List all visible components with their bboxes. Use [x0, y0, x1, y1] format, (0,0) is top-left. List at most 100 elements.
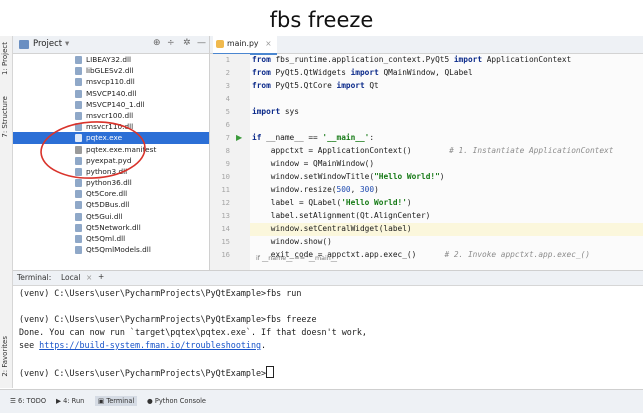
list-icon: ☰ — [10, 397, 19, 405]
line-number: 2 — [225, 68, 230, 77]
close-icon[interactable]: × — [265, 36, 271, 52]
file-tree-item[interactable]: pyexpat.pyd — [13, 155, 209, 166]
line-number: 5 — [225, 107, 230, 116]
tab-main-py[interactable]: main.py × — [213, 36, 277, 55]
todo-tool-button[interactable]: ☰ 6: TODO — [10, 397, 46, 405]
slide-caption: fbs freeze — [269, 8, 374, 32]
breadcrumb[interactable]: if __name__ == '__main__' — [256, 255, 339, 262]
line-number: 8 — [225, 146, 230, 155]
library-file-icon — [75, 235, 82, 243]
code-line: label.setAlignment(Qt.AlignCenter) — [252, 211, 431, 220]
file-tree-item[interactable]: Qt5Core.dll — [13, 188, 209, 199]
file-tree-item[interactable]: msvcr110.dll — [13, 121, 209, 132]
terminal-line: see https://build-system.fman.io/trouble… — [19, 340, 266, 350]
terminal-output[interactable]: (venv) C:\Users\user\PycharmProjects\PyQ… — [13, 286, 643, 388]
file-tree-item[interactable]: msvcp110.dll — [13, 76, 209, 87]
gear-icon[interactable]: ✲ — [183, 38, 191, 48]
bottom-tool-bar: ☰ 6: TODO ▶ 4: Run ▣ Terminal ● Python C… — [0, 389, 643, 413]
terminal-header: Terminal: Local × + — [13, 270, 643, 286]
favorites-tool-tab[interactable]: 2: Favorites — [1, 336, 9, 377]
file-tree-item[interactable]: pqtex.exe — [13, 132, 209, 144]
project-tool-tab[interactable]: 1: Project — [1, 42, 9, 75]
code-line: window = QMainWindow() — [252, 159, 375, 168]
file-name: python3.dll — [86, 166, 128, 176]
file-name: MSVCP140_1.dll — [86, 99, 145, 109]
terminal-tool-button[interactable]: ▣ Terminal — [95, 396, 138, 406]
line-number: 4 — [225, 94, 230, 103]
file-name: Qt5Network.dll — [86, 222, 141, 232]
file-name: pqtex.exe.manifest — [86, 144, 157, 154]
line-number: 12 — [221, 198, 230, 207]
code-line: window.setWindowTitle("Hello World!") — [252, 172, 445, 181]
line-number: 6 — [225, 120, 230, 129]
file-tree-item[interactable]: Qt5Network.dll — [13, 222, 209, 233]
file-name: Qt5Gui.dll — [86, 211, 123, 221]
python-icon: ● — [147, 397, 155, 405]
line-number-gutter: 1 2 3 4 5 6 7 8 9 10 11 12 13 14 15 16 — [210, 54, 250, 270]
file-name: Qt5Qml.dll — [86, 234, 126, 243]
terminal-cursor[interactable] — [266, 366, 275, 378]
terminal-title: Terminal: — [17, 273, 52, 282]
library-file-icon — [75, 190, 82, 199]
python-console-tool-button[interactable]: ● Python Console — [147, 397, 206, 405]
collapse-icon[interactable]: ÷ — [167, 38, 175, 48]
console-label: Python Console — [154, 397, 206, 405]
terminal-line: Done. You can now run `target\pqtex\pqte… — [19, 327, 367, 337]
code-editor[interactable]: main.py × 1 2 3 4 5 6 7 8 9 10 11 12 13 14 15 16 ▶ from… — [210, 36, 643, 270]
line-number: 7 — [225, 133, 230, 142]
library-file-icon — [75, 78, 82, 87]
library-file-icon — [75, 179, 82, 188]
file-tree-item[interactable]: python3.dll — [13, 166, 209, 177]
project-folder-icon — [19, 40, 29, 49]
file-tree-item[interactable]: Qt5DBus.dll — [13, 199, 209, 210]
file-tree-item[interactable]: Qt5QmlModels.dll — [13, 244, 209, 255]
file-tree-item[interactable]: msvcr100.dll — [13, 110, 209, 121]
library-file-icon — [75, 212, 82, 221]
line-number: 14 — [221, 224, 230, 233]
library-file-icon — [75, 156, 82, 165]
close-icon[interactable]: × — [86, 273, 92, 282]
library-file-icon — [75, 134, 82, 143]
file-tree-item[interactable]: Qt5Qml.dll — [13, 233, 209, 244]
locate-icon[interactable]: ⊕ — [153, 38, 161, 48]
code-line: label = QLabel('Hello World!') — [252, 198, 412, 207]
file-tree-item[interactable]: pqtex.exe.manifest — [13, 144, 209, 155]
line-number: 1 — [225, 55, 230, 64]
text-file-icon — [75, 145, 82, 154]
file-name: Qt5DBus.dll — [86, 200, 130, 210]
file-tree: LIBEAY32.dll libGLESv2.dll msvcp110.dll MSV… — [13, 54, 209, 255]
run-arrow-icon[interactable]: ▶ — [236, 133, 242, 142]
minimize-icon[interactable]: — — [197, 38, 206, 48]
file-tree-item[interactable]: Qt5Gui.dll — [13, 211, 209, 222]
file-name: Qt5QmlModels.dll — [86, 245, 151, 255]
file-tree-item[interactable]: MSVCP140_1.dll — [13, 99, 209, 110]
file-tree-item[interactable]: LIBEAY32.dll — [13, 54, 209, 65]
file-tree-item[interactable]: python36.dll — [13, 177, 209, 188]
editor-tab-bar: main.py × — [210, 36, 643, 55]
terminal-label: Terminal — [106, 397, 135, 405]
file-name: msvcr100.dll — [86, 110, 134, 120]
file-name: LIBEAY32.dll — [86, 55, 132, 64]
tab-terminal-local[interactable]: Local — [61, 273, 80, 282]
run-tool-button[interactable]: ▶ 4: Run — [56, 397, 84, 405]
library-file-icon — [75, 201, 82, 210]
line-number: 13 — [221, 211, 230, 220]
code-line: window.resize(500, 300) — [252, 185, 379, 194]
code-line: window.show() — [252, 237, 332, 246]
structure-tool-tab[interactable]: 7: Structure — [1, 96, 9, 138]
file-tree-item[interactable]: MSVCP140.dll — [13, 88, 209, 99]
file-name: msvcp110.dll — [86, 77, 135, 87]
project-view-selector[interactable]: Project — [33, 39, 62, 49]
library-file-icon — [75, 56, 82, 64]
new-terminal-button[interactable]: + — [98, 272, 104, 281]
chevron-down-icon[interactable]: ▾ — [65, 39, 69, 49]
file-tree-item[interactable]: libGLESv2.dll — [13, 65, 209, 76]
project-panel-header: Project ▾ ⊕ ÷ ✲ — — [13, 36, 209, 54]
project-panel: Project ▾ ⊕ ÷ ✲ — LIBEAY32.dll libGLESv2.… — [13, 36, 210, 270]
troubleshooting-link[interactable]: https://build-system.fman.io/troubleshoo… — [39, 340, 261, 350]
library-file-icon — [75, 167, 82, 176]
library-file-icon — [75, 223, 82, 232]
terminal-line: (venv) C:\Users\user\PycharmProjects\PyQ… — [19, 288, 302, 298]
code-line: import sys — [252, 107, 299, 116]
library-file-icon — [75, 123, 82, 132]
